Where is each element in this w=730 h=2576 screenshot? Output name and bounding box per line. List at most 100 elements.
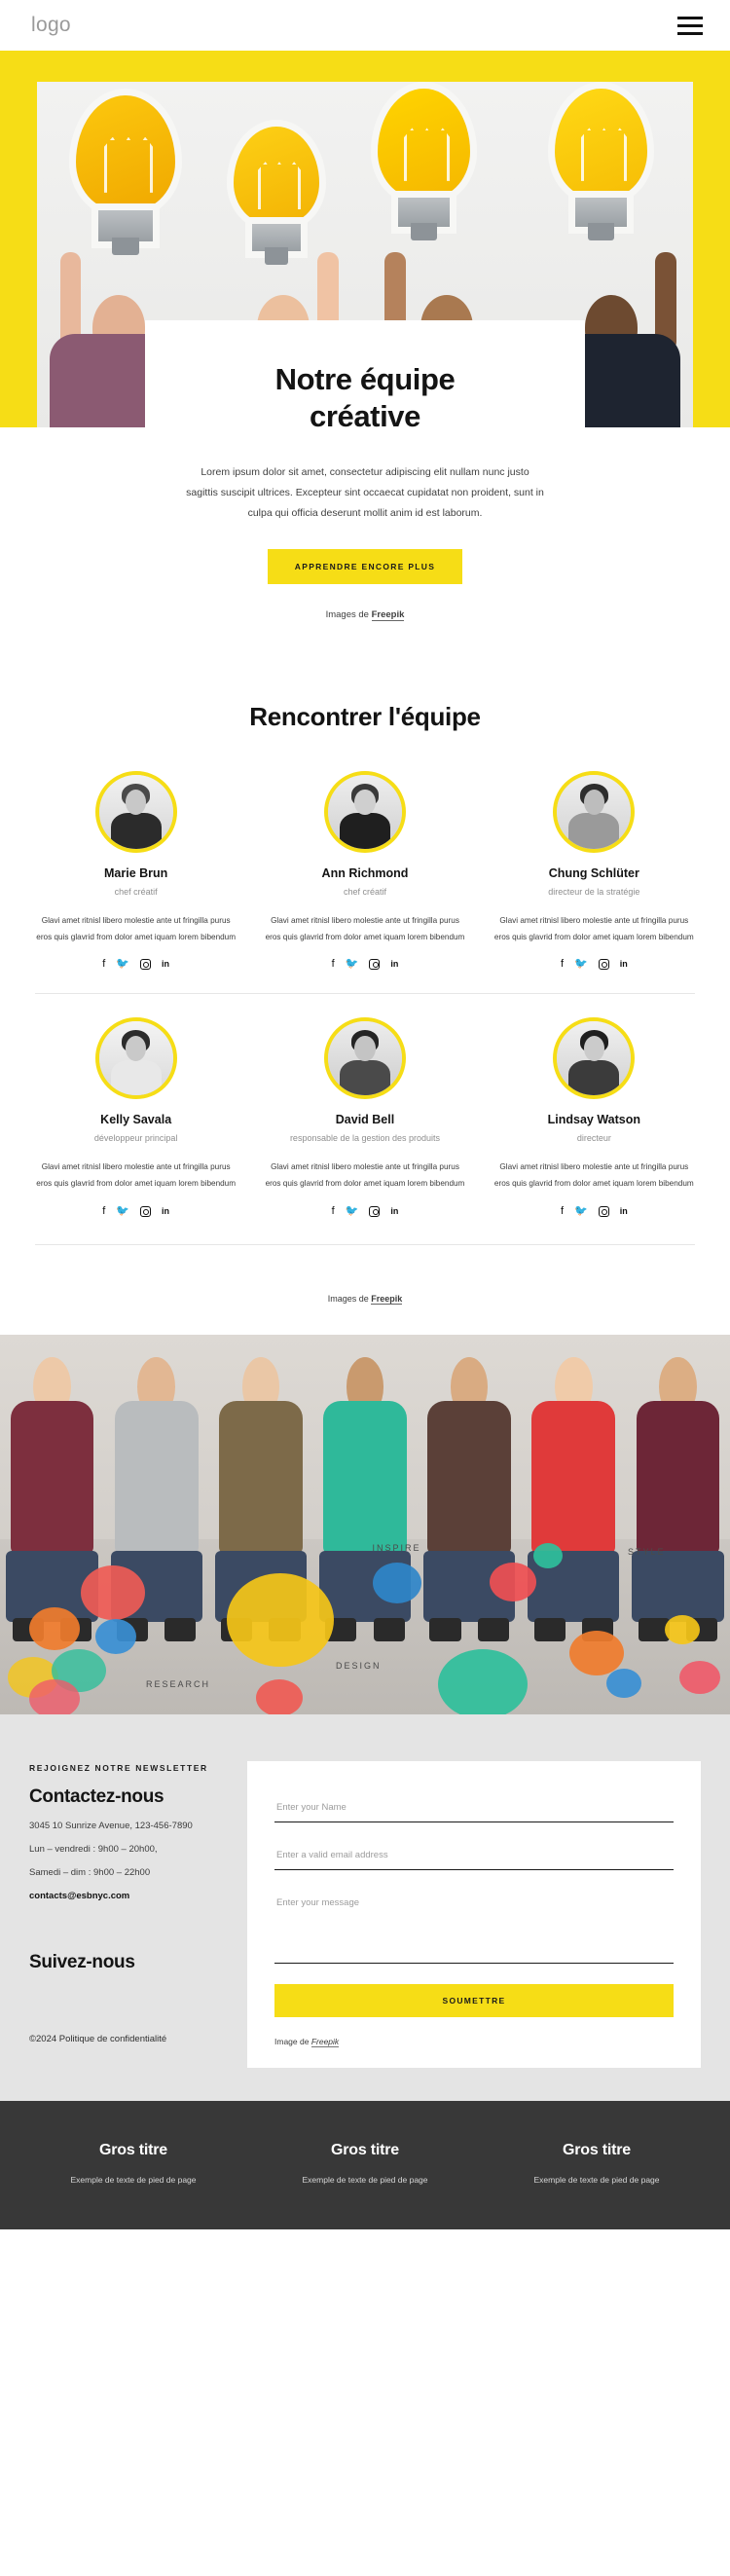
freepik-link[interactable]: Freepik (371, 1293, 403, 1305)
info-node-eye (372, 1562, 421, 1603)
name-input[interactable] (274, 1795, 674, 1822)
footer-text: Exemple de texte de pied de page (302, 2174, 428, 2185)
contact-hours-weekday: Lun – vendredi : 9h00 – 20h00, (29, 1843, 158, 1855)
freepik-link[interactable]: Freepik (310, 2036, 340, 2047)
team-row-1: Marie Brun chef créatif Glavi amet ritni… (21, 770, 709, 971)
info-node-blue (94, 1619, 136, 1654)
contact-section: REJOIGNEZ NOTRE NEWSLETTER Contactez-nou… (0, 1713, 730, 2101)
team-bottom-divider (35, 1243, 695, 1245)
team-member-card: Chung Schlüter directeur de la stratégie… (480, 770, 709, 971)
info-label-inspire: INSPIRE (372, 1543, 421, 1553)
learn-more-button[interactable]: APPRENDRE ENCORE PLUS (267, 548, 463, 584)
page-root: logo Notre équipe créative Lorem ipsum d… (0, 0, 730, 2576)
linkedin-icon[interactable]: in (390, 1206, 398, 1216)
avatar (323, 1017, 406, 1100)
footer-text: Exemple de texte de pied de page (70, 2174, 197, 2185)
hero-paragraph: Lorem ipsum dolor sit amet, consectetur … (186, 465, 544, 519)
twitter-icon[interactable]: 🐦 (574, 1205, 588, 1217)
instagram-icon[interactable] (369, 1205, 381, 1217)
avatar (94, 770, 177, 853)
instagram-icon[interactable] (369, 959, 381, 971)
member-description: Glavi amet ritnisl libero molestie ante … (265, 1162, 465, 1189)
instagram-icon[interactable] (140, 1205, 152, 1217)
hamburger-menu-icon[interactable] (677, 16, 703, 35)
member-name: Ann Richmond (321, 865, 409, 880)
hero-credit-prefix: Images de (325, 608, 372, 620)
facebook-icon[interactable]: f (102, 959, 105, 970)
photo-person-4 (312, 1356, 417, 1641)
instagram-icon[interactable] (140, 959, 152, 971)
info-node-red-2 (255, 1679, 303, 1714)
lightbulb-1 (76, 95, 175, 256)
info-node-idea (226, 1573, 334, 1668)
photo-people-row (0, 1356, 730, 1641)
facebook-icon[interactable]: f (561, 959, 564, 970)
form-credit-prefix: Image de (274, 2036, 311, 2046)
member-description: Glavi amet ritnisl libero molestie ante … (265, 915, 465, 941)
info-venn-c (29, 1679, 80, 1714)
twitter-icon[interactable]: 🐦 (116, 1205, 129, 1217)
contact-form: SOUMETTRE Image de Freepik (247, 1760, 701, 2068)
form-image-credit: Image de Freepik (274, 2036, 674, 2047)
member-name: Kelly Savala (100, 1113, 172, 1127)
site-footer: Gros titre Exemple de texte de pied de p… (0, 2100, 730, 2229)
member-socials: f 🐦 in (35, 959, 237, 971)
info-node-blue-2 (605, 1668, 641, 1698)
linkedin-icon[interactable]: in (162, 1206, 169, 1216)
instagram-icon[interactable] (598, 959, 609, 971)
instagram-icon[interactable] (598, 1205, 609, 1217)
linkedin-icon[interactable]: in (620, 1206, 628, 1216)
team-row-divider (35, 993, 695, 995)
info-node-red (489, 1562, 536, 1601)
info-node-book (80, 1565, 145, 1621)
twitter-icon[interactable]: 🐦 (116, 959, 129, 970)
member-description: Glavi amet ritnisl libero molestie ante … (36, 915, 237, 941)
site-logo[interactable]: logo (31, 14, 71, 37)
facebook-icon[interactable]: f (561, 1205, 564, 1217)
facebook-icon[interactable]: f (332, 1205, 335, 1217)
freepik-link[interactable]: Freepik (371, 608, 405, 621)
team-heading: Rencontrer l'équipe (249, 701, 481, 731)
linkedin-icon[interactable]: in (162, 960, 169, 969)
footer-column: Gros titre Exemple de texte de pied de p… (481, 2142, 712, 2185)
info-node-orange (29, 1607, 80, 1651)
info-label-design: DESIGN (336, 1660, 382, 1671)
member-name: David Bell (335, 1113, 395, 1127)
twitter-icon[interactable]: 🐦 (346, 1205, 359, 1217)
avatar (553, 1017, 636, 1100)
photo-person-6 (522, 1356, 626, 1641)
lightbulb-2 (234, 127, 319, 266)
contact-email[interactable]: contacts@esbnyc.com (29, 1891, 232, 1901)
submit-button[interactable]: SOUMETTRE (274, 1983, 674, 2017)
team-member-card: Marie Brun chef créatif Glavi amet ritni… (21, 770, 250, 971)
member-role: directeur (576, 1133, 611, 1144)
member-socials: f 🐦 in (264, 1205, 465, 1217)
facebook-icon[interactable]: f (102, 1205, 105, 1217)
photo-person-2 (104, 1356, 208, 1641)
contact-info: REJOIGNEZ NOTRE NEWSLETTER Contactez-nou… (29, 1761, 232, 2068)
facebook-icon[interactable]: f (332, 959, 335, 970)
team-image-credit: Images de Freepik (21, 1269, 709, 1325)
member-role: directeur de la stratégie (548, 886, 640, 897)
member-role: développeur principal (93, 1133, 178, 1144)
copyright-text[interactable]: ©2024 Politique de confidentialité (29, 2034, 232, 2044)
hero-content-card: Notre équipe créative Lorem ipsum dolor … (145, 320, 585, 649)
linkedin-icon[interactable]: in (620, 960, 628, 969)
team-member-card: David Bell responsable de la gestion des… (250, 1017, 479, 1217)
hero-image-credit: Images de Freepik (170, 608, 560, 621)
twitter-icon[interactable]: 🐦 (346, 959, 359, 970)
team-member-card: Kelly Savala développeur principal Glavi… (21, 1017, 250, 1217)
member-name: Lindsay Watson (547, 1113, 641, 1127)
contact-address: 3045 10 Sunrize Avenue, 123-456-7890 (29, 1820, 193, 1831)
lightbulb-4 (555, 89, 647, 241)
info-label-style: STYLE (628, 1546, 666, 1557)
twitter-icon[interactable]: 🐦 (574, 959, 588, 970)
follow-us-title: Suivez-nous (29, 1951, 135, 1972)
info-label-research: RESEARCH (146, 1679, 211, 1690)
message-input[interactable] (274, 1891, 674, 1964)
footer-column: Gros titre Exemple de texte de pied de p… (249, 2142, 481, 2185)
member-description: Glavi amet ritnisl libero molestie ante … (493, 915, 694, 941)
footer-column: Gros titre Exemple de texte de pied de p… (18, 2142, 249, 2185)
linkedin-icon[interactable]: in (390, 960, 398, 969)
email-input[interactable] (274, 1843, 674, 1870)
